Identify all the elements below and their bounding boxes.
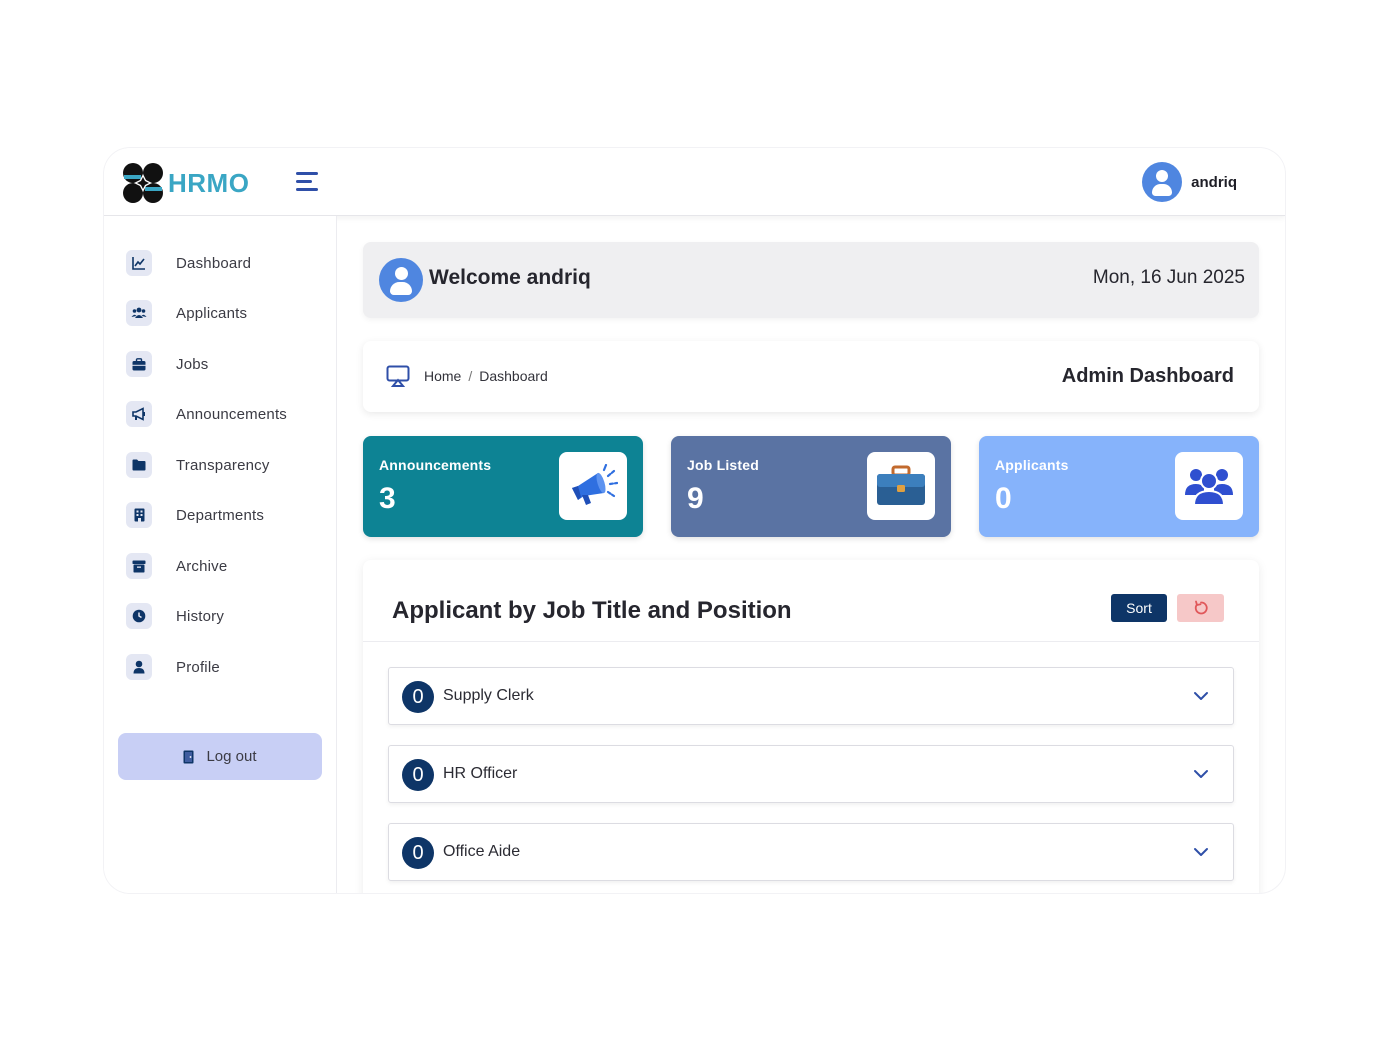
sidebar-item-label: Jobs bbox=[176, 355, 209, 373]
hrmo-logo-icon bbox=[123, 163, 163, 203]
page-title: Admin Dashboard bbox=[1061, 365, 1234, 387]
archive-icon bbox=[126, 553, 152, 579]
breadcrumb-home-link[interactable]: Home bbox=[424, 368, 461, 384]
briefcase-icon bbox=[867, 452, 935, 520]
breadcrumb-separator: / bbox=[468, 368, 473, 384]
current-date: Mon, 16 Jun 2025 bbox=[1092, 267, 1245, 288]
chevron-down-icon bbox=[1194, 692, 1208, 700]
clock-icon bbox=[126, 603, 152, 629]
stat-card-jobs[interactable]: Job Listed 9 bbox=[671, 436, 951, 537]
sidebar-item-history[interactable]: History bbox=[126, 601, 326, 631]
applicant-count-badge: 0 bbox=[402, 759, 434, 791]
sort-button[interactable]: Sort bbox=[1111, 594, 1167, 622]
top-bar: HRMO andriq bbox=[104, 148, 1285, 216]
sidebar-item-label: Transparency bbox=[176, 456, 270, 474]
users-icon bbox=[126, 300, 152, 326]
stat-card-announcements[interactable]: Announcements 3 bbox=[363, 436, 643, 537]
breadcrumb: Home / Dashboard bbox=[424, 368, 548, 384]
brand-name: HRMO bbox=[168, 168, 250, 198]
logout-label: Log out bbox=[206, 748, 257, 765]
sidebar-item-label: Archive bbox=[176, 557, 228, 575]
sidebar-item-label: Departments bbox=[176, 506, 265, 524]
job-title: Supply Clerk bbox=[443, 687, 534, 704]
job-accordion-item[interactable]: 0 Supply Clerk bbox=[388, 667, 1234, 725]
briefcase-icon bbox=[126, 351, 152, 377]
sidebar-item-label: Announcements bbox=[176, 405, 288, 423]
stat-card-title: Applicants bbox=[995, 457, 1069, 473]
monitor-icon bbox=[386, 365, 410, 387]
stat-card-value: 0 bbox=[995, 482, 1012, 515]
reset-button[interactable] bbox=[1177, 594, 1224, 622]
sidebar-item-dashboard[interactable]: Dashboard bbox=[126, 248, 326, 278]
username: andriq bbox=[1191, 173, 1237, 191]
panel-title: Applicant by Job Title and Position bbox=[392, 597, 792, 624]
stat-card-applicants[interactable]: Applicants 0 bbox=[979, 436, 1259, 537]
sidebar-item-jobs[interactable]: Jobs bbox=[126, 349, 326, 379]
sidebar-item-label: Dashboard bbox=[176, 254, 252, 272]
breadcrumb-bar: Home / Dashboard Admin Dashboard bbox=[363, 341, 1259, 412]
refresh-icon bbox=[1194, 600, 1208, 615]
job-title: Office Aide bbox=[443, 843, 521, 860]
sidebar-item-label: Profile bbox=[176, 658, 220, 676]
chevron-down-icon bbox=[1194, 770, 1208, 778]
sidebar-item-label: Applicants bbox=[176, 304, 248, 322]
stat-card-title: Announcements bbox=[379, 457, 492, 473]
sidebar: Dashboard Applicants Jobs Announcements … bbox=[104, 216, 337, 893]
megaphone-icon bbox=[126, 401, 152, 427]
user-menu[interactable]: andriq bbox=[1142, 162, 1237, 202]
sidebar-item-profile[interactable]: Profile bbox=[126, 652, 326, 682]
job-accordion-item[interactable]: 0 HR Officer bbox=[388, 745, 1234, 803]
folder-icon bbox=[126, 452, 152, 478]
avatar-icon bbox=[379, 258, 423, 302]
job-title: HR Officer bbox=[443, 765, 518, 782]
building-icon bbox=[126, 502, 152, 528]
chevron-down-icon bbox=[1194, 848, 1208, 856]
panel-header: Applicant by Job Title and Position Sort bbox=[363, 560, 1259, 642]
menu-toggle-icon[interactable] bbox=[296, 172, 320, 192]
job-accordion-item[interactable]: 0 Office Aide bbox=[388, 823, 1234, 881]
chart-line-icon bbox=[126, 250, 152, 276]
sidebar-item-transparency[interactable]: Transparency bbox=[126, 450, 326, 480]
applicant-count-badge: 0 bbox=[402, 681, 434, 713]
users-icon bbox=[1175, 452, 1243, 520]
avatar-icon bbox=[1142, 162, 1183, 202]
door-icon bbox=[183, 750, 194, 763]
sidebar-item-label: History bbox=[176, 607, 225, 625]
user-icon bbox=[126, 654, 152, 680]
app-window: HRMO andriq Dashboard Applicants Jobs An… bbox=[104, 148, 1285, 893]
stat-card-value: 3 bbox=[379, 482, 396, 515]
stat-card-title: Job Listed bbox=[687, 457, 760, 473]
megaphone-icon bbox=[559, 452, 627, 520]
logout-button[interactable]: Log out bbox=[118, 733, 322, 780]
sidebar-item-applicants[interactable]: Applicants bbox=[126, 298, 326, 328]
sidebar-item-archive[interactable]: Archive bbox=[126, 551, 326, 581]
applicant-count-badge: 0 bbox=[402, 837, 434, 869]
stat-card-value: 9 bbox=[687, 482, 704, 515]
sidebar-item-announcements[interactable]: Announcements bbox=[126, 399, 326, 429]
welcome-text: Welcome andriq bbox=[429, 266, 591, 289]
sidebar-item-departments[interactable]: Departments bbox=[126, 500, 326, 530]
welcome-banner: Welcome andriq Mon, 16 Jun 2025 bbox=[363, 242, 1259, 318]
breadcrumb-current: Dashboard bbox=[479, 368, 548, 384]
